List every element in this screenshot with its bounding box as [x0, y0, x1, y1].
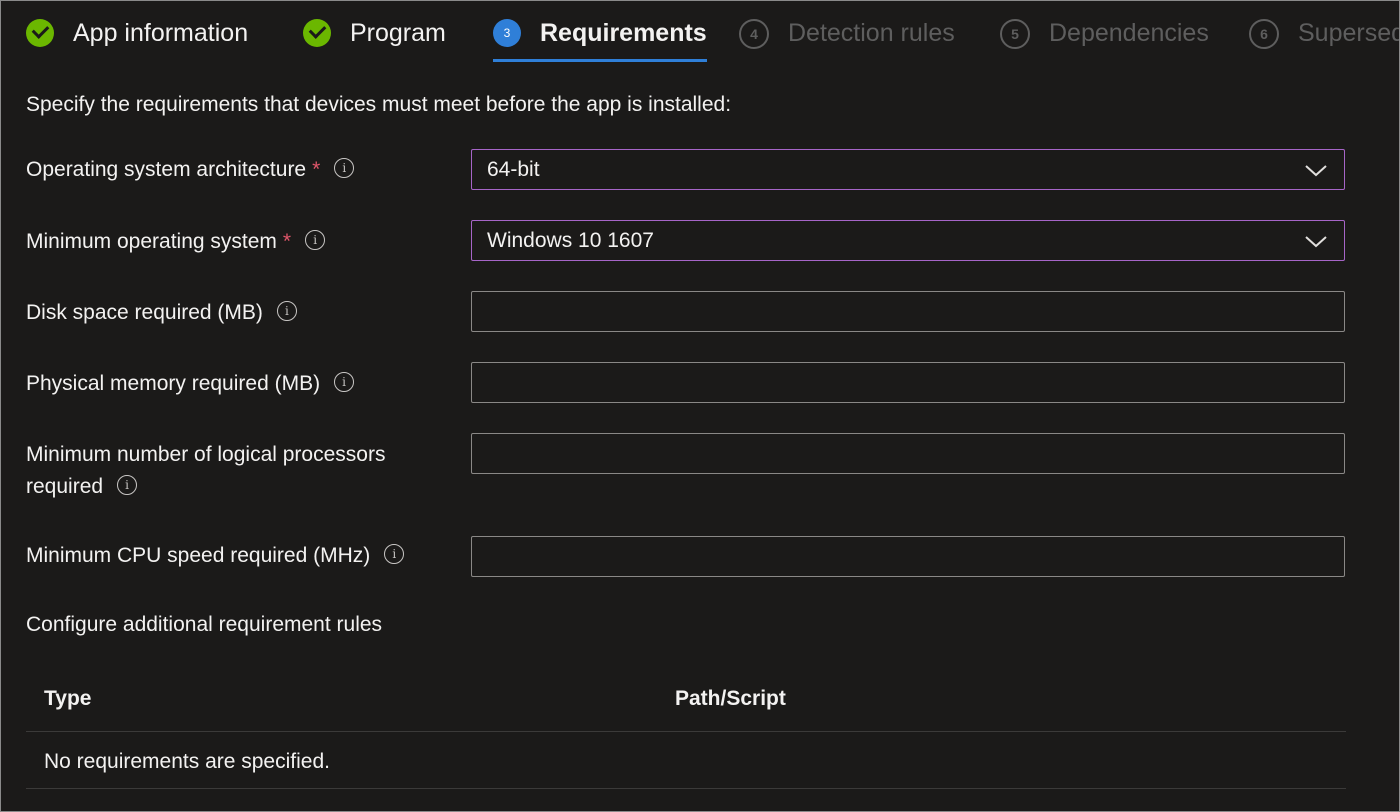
page-description: Specify the requirements that devices mu…: [26, 93, 732, 116]
info-icon[interactable]: i: [305, 230, 326, 251]
disk-space-label: Disk space required (MB) i: [26, 297, 297, 329]
tab-label: Detection rules: [788, 19, 955, 47]
physical-memory-label: Physical memory required (MB) i: [26, 368, 355, 400]
cpu-speed-label: Minimum CPU speed required (MHz) i: [26, 540, 405, 572]
tab-label: Requirements: [540, 19, 707, 47]
os-architecture-label: Operating system architecture * i: [26, 154, 355, 186]
step-number-badge: 4: [739, 19, 769, 49]
tab-label: Dependencies: [1049, 19, 1209, 47]
checkmark-circle-icon: [303, 19, 331, 47]
info-icon[interactable]: i: [334, 372, 355, 393]
step-number-badge: 5: [1000, 19, 1030, 49]
step-number-badge: 3: [493, 19, 521, 47]
tab-requirements[interactable]: 3 Requirements: [493, 11, 707, 62]
column-header-type[interactable]: Type: [44, 687, 91, 711]
logical-processors-label: Minimum number of logical processors req…: [26, 443, 386, 498]
disk-space-input[interactable]: [471, 291, 1345, 332]
step-number-badge: 6: [1249, 19, 1279, 49]
empty-table-message: No requirements are specified.: [44, 750, 330, 773]
required-asterisk: *: [282, 230, 292, 253]
table-row: No requirements are specified.: [26, 732, 1346, 789]
info-icon[interactable]: i: [384, 544, 405, 565]
tab-app-information[interactable]: App information: [26, 11, 248, 59]
logical-processors-input[interactable]: [471, 433, 1345, 474]
info-icon[interactable]: i: [334, 158, 355, 179]
requirements-panel: App information Program 3 Requirements 4…: [0, 0, 1400, 812]
info-icon[interactable]: i: [117, 475, 138, 496]
tab-detection-rules[interactable]: 4 Detection rules: [739, 11, 955, 59]
cpu-speed-input[interactable]: [471, 536, 1345, 577]
column-header-path-script[interactable]: Path/Script: [675, 687, 786, 711]
tab-supersedence[interactable]: 6 Supersed: [1249, 11, 1400, 59]
chevron-down-icon: [1305, 165, 1327, 177]
min-os-value: Windows 10 1607: [487, 229, 654, 252]
tab-label: Supersed: [1298, 19, 1400, 47]
info-icon[interactable]: i: [276, 301, 297, 322]
tab-label: App information: [73, 19, 249, 47]
checkmark-circle-icon: [26, 19, 54, 47]
os-architecture-dropdown[interactable]: 64-bit: [471, 149, 1345, 190]
active-tab-underline: [493, 59, 707, 62]
os-architecture-value: 64-bit: [487, 158, 540, 181]
tab-program[interactable]: Program: [303, 11, 446, 59]
physical-memory-input[interactable]: [471, 362, 1345, 403]
required-asterisk: *: [312, 158, 321, 181]
requirements-table-header: Type Path/Script: [26, 679, 1346, 732]
min-os-label: Minimum operating system * i: [26, 226, 326, 258]
tab-label: Program: [350, 19, 446, 47]
min-os-dropdown[interactable]: Windows 10 1607: [471, 220, 1345, 261]
additional-rules-heading: Configure additional requirement rules: [26, 613, 383, 636]
wizard-steps: App information Program 3 Requirements 4…: [1, 1, 1399, 65]
chevron-down-icon: [1305, 236, 1327, 248]
tab-dependencies[interactable]: 5 Dependencies: [1000, 11, 1209, 59]
